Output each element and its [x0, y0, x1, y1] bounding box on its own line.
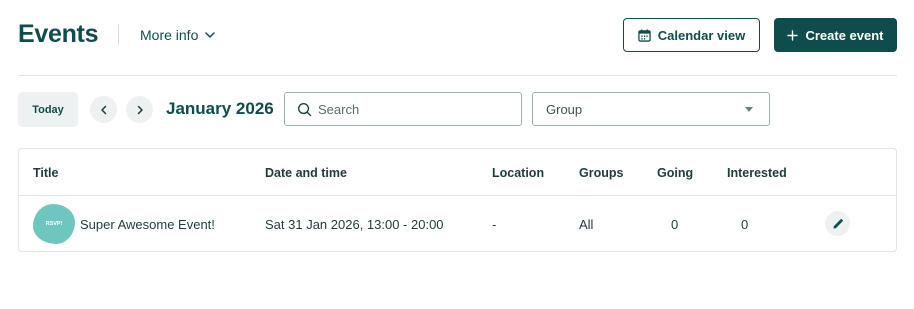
- search-icon: [298, 102, 312, 116]
- column-header-location: Location: [492, 166, 545, 180]
- events-table: Title Date and time Location Groups Goin…: [18, 148, 897, 252]
- column-header-going: Going: [657, 166, 694, 180]
- previous-month-button[interactable]: [90, 96, 117, 123]
- event-groups: All: [579, 217, 594, 232]
- search-box[interactable]: [284, 92, 522, 126]
- column-header-title: Title: [33, 166, 59, 180]
- column-header-date-time: Date and time: [265, 166, 347, 180]
- calendar-icon: [638, 28, 651, 42]
- calendar-view-label: Calendar view: [657, 27, 746, 43]
- chevron-right-icon: [137, 105, 143, 114]
- edit-event-button[interactable]: [825, 211, 850, 236]
- more-info-label: More info: [140, 27, 199, 43]
- pencil-icon: [833, 218, 843, 228]
- page-title: Events: [18, 20, 99, 48]
- event-location: -: [492, 217, 497, 232]
- event-interested-count: 0: [741, 217, 749, 232]
- plus-icon: [787, 29, 799, 41]
- event-title[interactable]: Super Awesome Event!: [80, 217, 215, 232]
- event-thumbnail: RSVP!: [33, 204, 75, 244]
- page-header: Events More info Calendar view Create ev…: [18, 18, 897, 52]
- chevron-down-icon: [205, 32, 216, 38]
- current-month-label: January 2026: [166, 99, 274, 118]
- caret-down-icon: [745, 107, 753, 112]
- header-divider: [18, 75, 897, 76]
- event-going-count: 0: [671, 217, 679, 232]
- column-header-groups: Groups: [579, 166, 624, 180]
- search-input[interactable]: [318, 101, 508, 117]
- title-divider: [118, 25, 119, 45]
- group-select[interactable]: Group: [532, 92, 770, 126]
- event-date-time: Sat 31 Jan 2026, 13:00 - 20:00: [265, 217, 444, 232]
- column-header-interested: Interested: [727, 166, 787, 180]
- more-info-dropdown[interactable]: More info: [140, 27, 216, 43]
- create-event-button[interactable]: Create event: [774, 18, 897, 52]
- next-month-button[interactable]: [126, 96, 153, 123]
- calendar-view-button[interactable]: Calendar view: [623, 18, 760, 52]
- table-row[interactable]: RSVP! Super Awesome Event! Sat 31 Jan 20…: [19, 197, 896, 252]
- event-thumbnail-text: RSVP!: [45, 221, 63, 227]
- chevron-left-icon: [100, 105, 106, 114]
- today-button[interactable]: Today: [18, 92, 78, 127]
- table-header: Title Date and time Location Groups Goin…: [19, 149, 896, 196]
- create-event-label: Create event: [805, 27, 884, 43]
- group-select-value: Group: [546, 101, 583, 117]
